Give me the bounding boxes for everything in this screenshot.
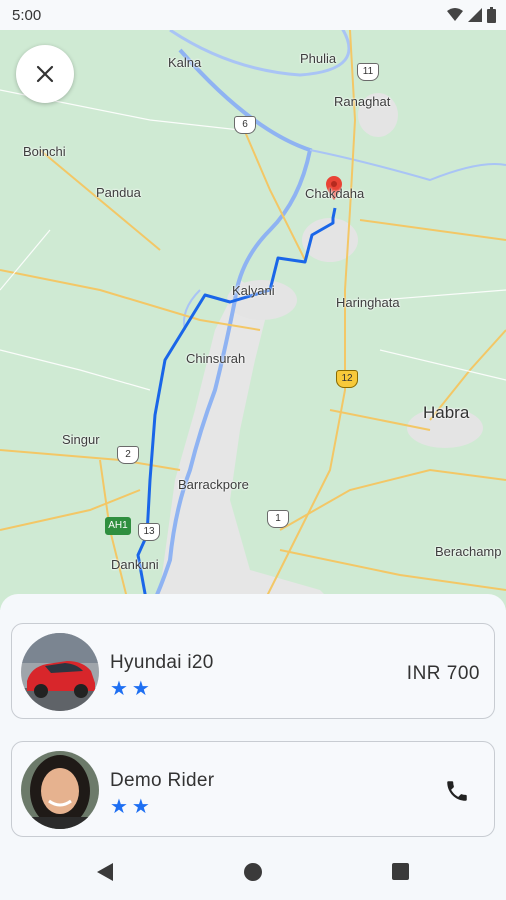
recents-icon[interactable] bbox=[392, 863, 409, 880]
map-label-chinsurah: Chinsurah bbox=[186, 351, 246, 366]
road-shield-11: 11 bbox=[357, 63, 379, 81]
map-label-boinchi: Boinchi bbox=[23, 144, 66, 159]
road-shield-ah1: AH1 bbox=[105, 517, 131, 535]
map-label-chakdaha: Chakdaha bbox=[305, 186, 365, 201]
car-image bbox=[21, 633, 99, 711]
map-label-kalyani: Kalyani bbox=[232, 283, 275, 298]
map-view[interactable]: Phulia Kalna Ranaghat Boinchi Pandua Cha… bbox=[0, 30, 506, 610]
map-label-singur: Singur bbox=[62, 432, 100, 447]
close-icon bbox=[36, 65, 54, 83]
road-shield-6: 6 bbox=[234, 116, 256, 134]
home-icon[interactable] bbox=[244, 863, 262, 881]
road-shield-2: 2 bbox=[117, 446, 139, 464]
signal-icon bbox=[468, 8, 482, 22]
ride-price: INR 700 bbox=[406, 663, 480, 684]
map-label-barrackpore: Barrackpore bbox=[178, 477, 249, 492]
phone-icon[interactable] bbox=[444, 778, 470, 804]
rider-card[interactable]: Demo Rider ★★ bbox=[11, 741, 495, 837]
map-label-berachampa: Berachamp bbox=[435, 544, 502, 559]
rider-rating: ★★ bbox=[110, 796, 154, 818]
battery-icon bbox=[487, 7, 496, 23]
car-rating: ★★ bbox=[110, 678, 154, 700]
back-icon[interactable] bbox=[96, 862, 114, 882]
map-label-phulia: Phulia bbox=[300, 51, 337, 66]
map-label-ranaghat: Ranaghat bbox=[334, 94, 391, 109]
map-label-pandua: Pandua bbox=[96, 185, 141, 200]
system-nav-bar bbox=[0, 848, 506, 900]
status-icons bbox=[447, 7, 496, 23]
status-time: 5:00 bbox=[12, 7, 42, 24]
road-shield-1: 1 bbox=[267, 510, 289, 528]
map-label-dankuni: Dankuni bbox=[111, 557, 159, 572]
status-bar: 5:00 bbox=[0, 0, 506, 30]
map-label-haringhata: Haringhata bbox=[336, 295, 400, 310]
rider-avatar bbox=[21, 751, 99, 829]
road-shield-12: 12 bbox=[336, 370, 358, 388]
map-label-kalna: Kalna bbox=[168, 55, 202, 70]
car-name: Hyundai i20 bbox=[110, 652, 214, 673]
car-card[interactable]: Hyundai i20 ★★ INR 700 bbox=[11, 623, 495, 719]
close-button[interactable] bbox=[16, 45, 74, 103]
wifi-icon bbox=[447, 8, 463, 21]
road-shield-13: 13 bbox=[138, 523, 160, 541]
map-label-habra: Habra bbox=[423, 403, 470, 422]
rider-name: Demo Rider bbox=[110, 770, 215, 791]
